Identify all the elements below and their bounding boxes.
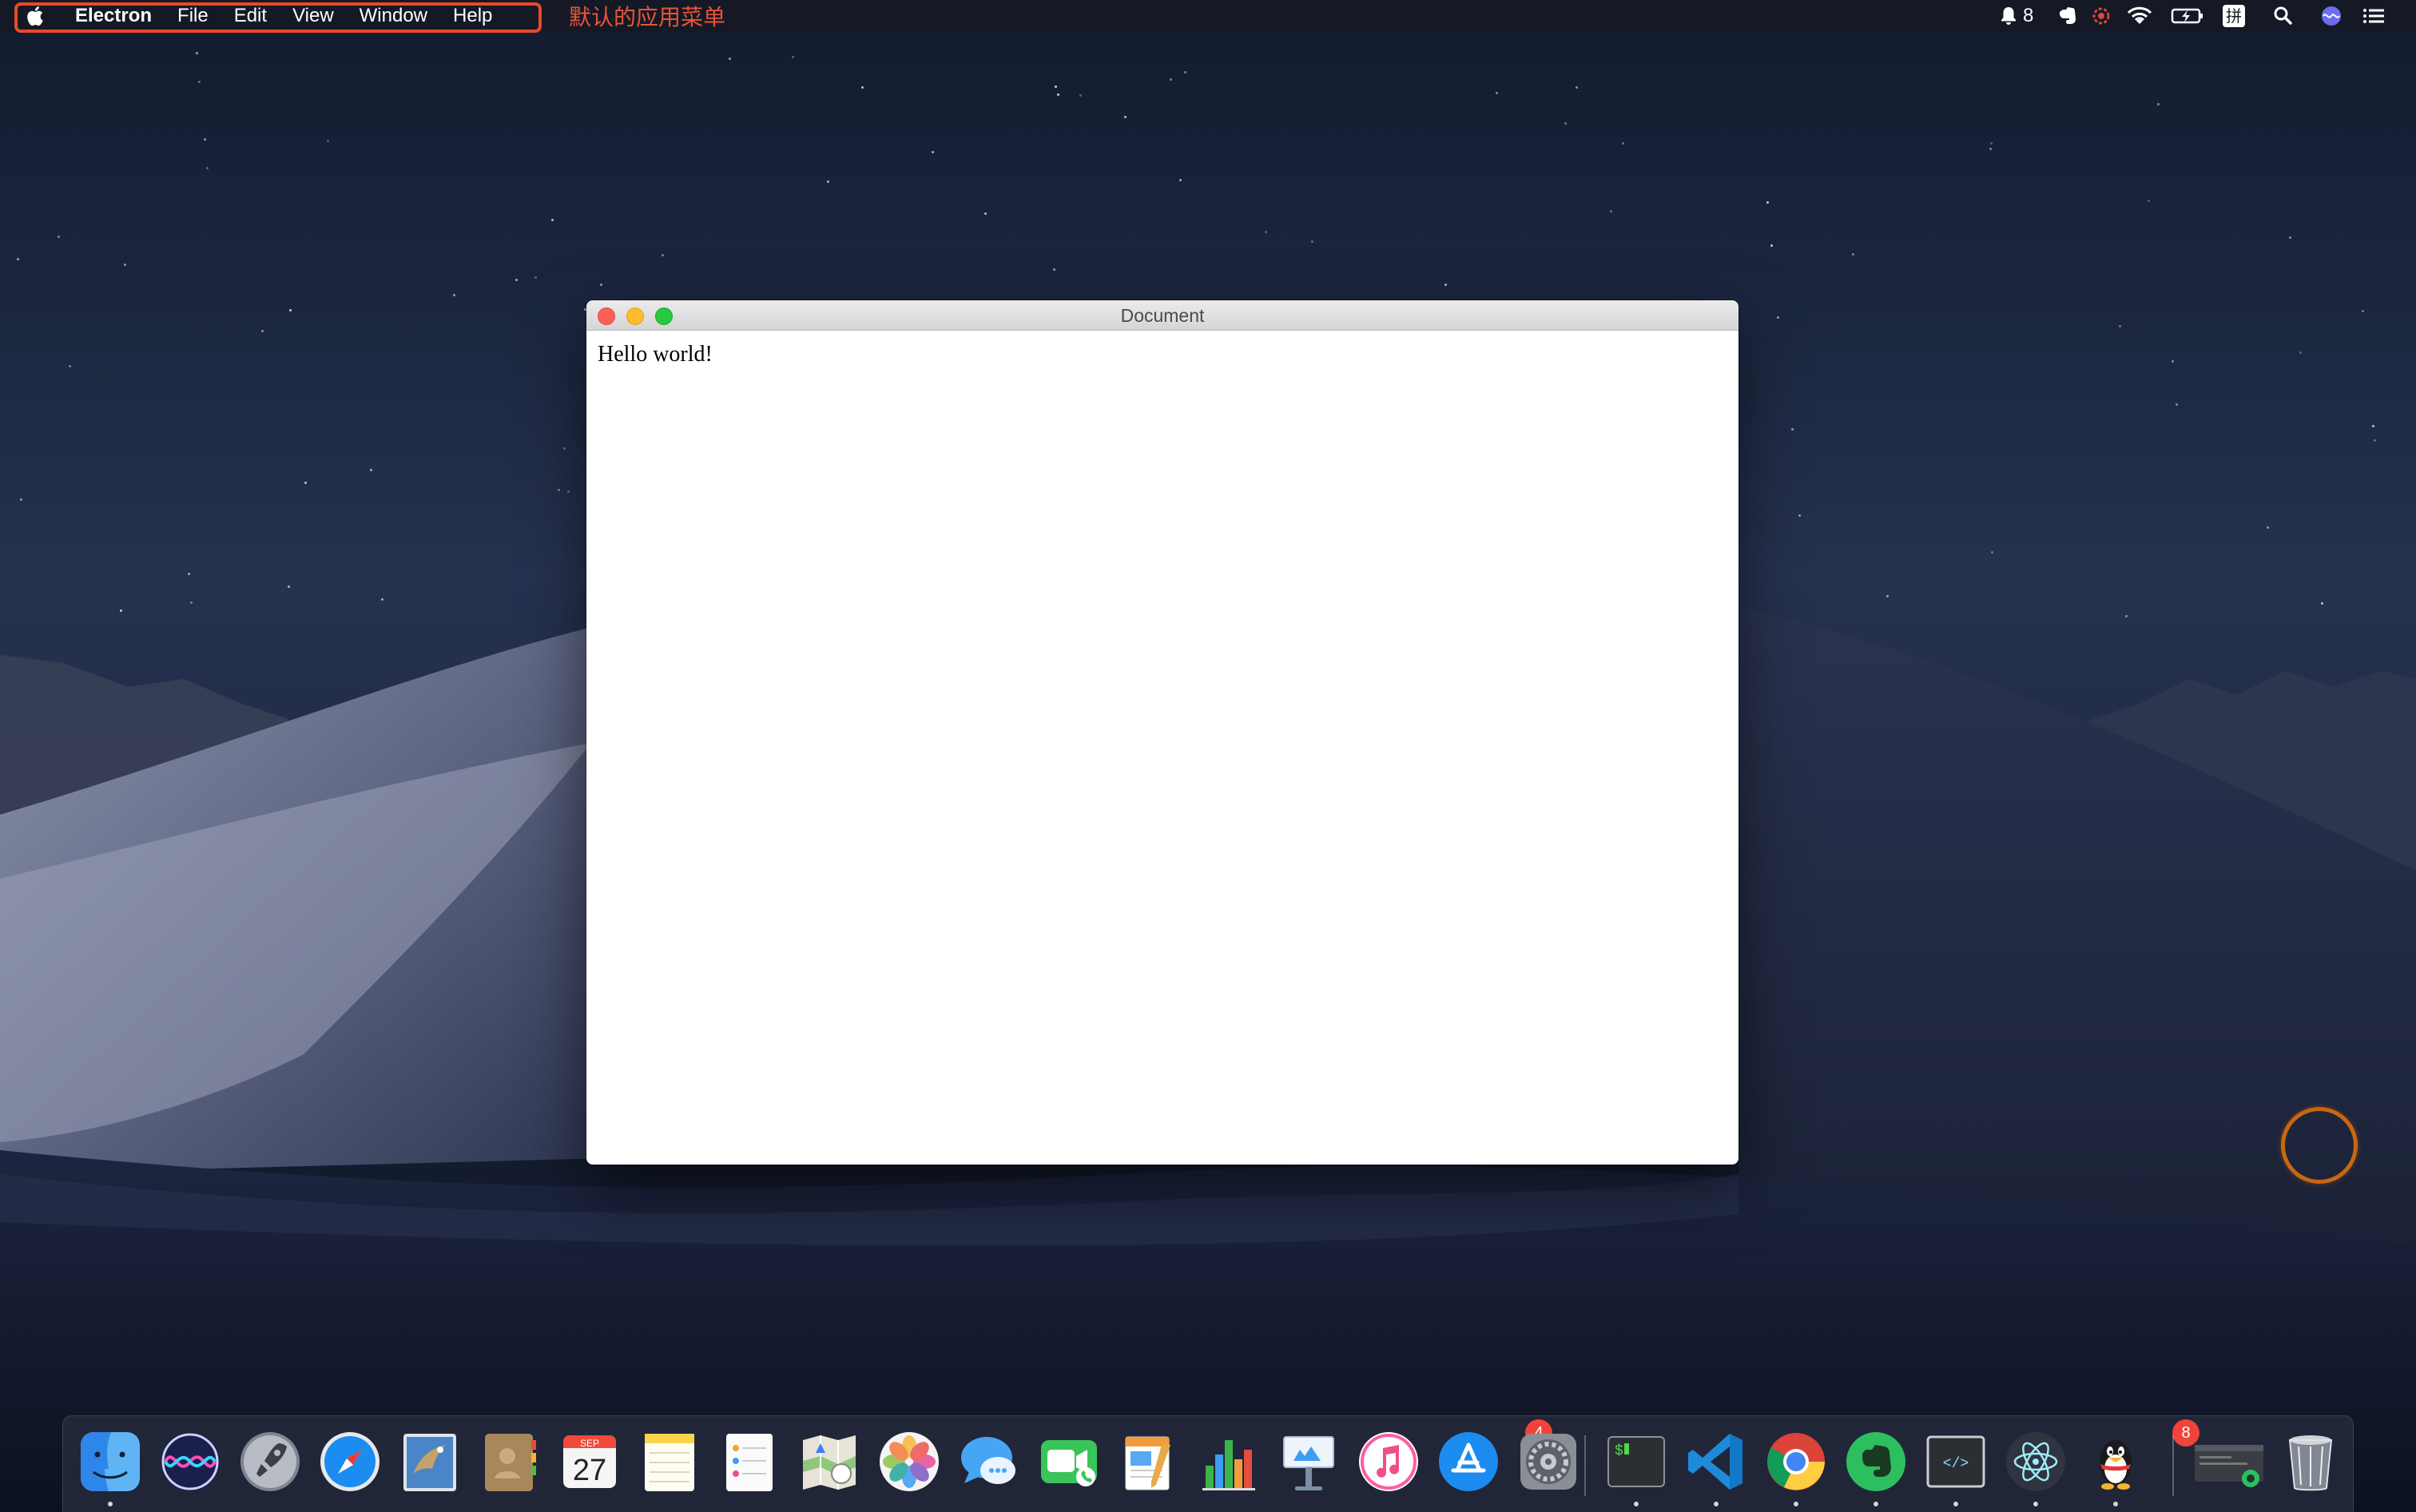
dock-item-chrome[interactable] <box>1763 1429 1829 1494</box>
qq-icon <box>2100 1440 2132 1490</box>
running-indicator <box>1953 1502 1958 1506</box>
window-content: Hello world! <box>586 331 1738 1165</box>
finder-icon <box>81 1432 140 1491</box>
messages-icon <box>961 1437 1015 1484</box>
terminal-icon: $ <box>1607 1436 1665 1487</box>
calendar-icon: SEP 27 <box>563 1435 616 1488</box>
system-preferences-icon <box>1520 1434 1576 1490</box>
window-title: Document <box>1120 305 1205 326</box>
annotation-label: 默认的应用菜单 <box>569 4 726 30</box>
dock-item-evernote[interactable] <box>1843 1429 1909 1494</box>
dock: SEP 27 4 $ </> 8 <box>62 1415 2354 1512</box>
hello-text: Hello world! <box>598 342 713 367</box>
electron-icon <box>2006 1432 2065 1491</box>
dock-item-terminal[interactable]: $ <box>1603 1429 1669 1494</box>
dock-item-mail[interactable] <box>397 1429 463 1494</box>
running-indicator <box>1634 1502 1639 1506</box>
dock-item-safari[interactable] <box>317 1429 383 1494</box>
facetime-icon <box>1041 1440 1097 1486</box>
dock-item-numbers[interactable] <box>1196 1429 1262 1494</box>
dock-item-contacts[interactable] <box>477 1429 542 1494</box>
menu-highlight-box <box>14 2 542 33</box>
dock-item-itunes[interactable] <box>1356 1429 1421 1494</box>
window-titlebar[interactable]: Document <box>586 300 1738 331</box>
dock-item-electron[interactable] <box>2003 1429 2068 1494</box>
cursor-highlight-ring <box>2281 1107 2358 1184</box>
notification-bell-icon[interactable] <box>1999 5 2018 27</box>
calendar-month: SEP <box>580 1438 599 1449</box>
dock-item-launchpad[interactable] <box>237 1429 303 1494</box>
notes-icon <box>645 1434 694 1491</box>
dock-item-app-store[interactable] <box>1436 1429 1501 1494</box>
input-method-icon[interactable]: 拼 <box>2223 5 2245 27</box>
running-indicator <box>108 1502 113 1506</box>
mail-icon <box>403 1434 456 1491</box>
chrome-icon <box>1767 1433 1825 1490</box>
battery-charging-icon[interactable] <box>2170 5 2205 27</box>
dock-item-maps[interactable] <box>797 1429 862 1494</box>
dock-item-photos[interactable] <box>876 1429 942 1494</box>
dock-item-keynote[interactable] <box>1276 1429 1341 1494</box>
safari-icon <box>320 1432 379 1491</box>
running-indicator <box>2033 1502 2038 1506</box>
running-indicator <box>1874 1502 1878 1506</box>
script-editor-icon: </> <box>1926 1435 1985 1488</box>
dock-separator <box>1584 1435 1586 1496</box>
keynote-icon <box>1283 1436 1334 1490</box>
dock-item-vscode[interactable] <box>1683 1429 1749 1494</box>
svg-text:</>: </> <box>1943 1456 1969 1472</box>
trash-icon <box>2288 1435 2333 1491</box>
dock-item-siri[interactable] <box>157 1429 223 1494</box>
dock-separator <box>2172 1435 2174 1496</box>
dock-item-script-editor[interactable]: </> <box>1923 1429 1989 1494</box>
evernote-status-icon[interactable] <box>2056 5 2079 27</box>
dock-item-trash[interactable] <box>2278 1429 2343 1494</box>
vscode-icon <box>1688 1434 1742 1490</box>
contacts-icon <box>485 1434 536 1491</box>
dock-item-qq[interactable] <box>2083 1429 2148 1494</box>
running-indicator <box>2113 1502 2118 1506</box>
dock-item-reminders[interactable] <box>717 1429 782 1494</box>
siri-icon <box>161 1432 220 1491</box>
wifi-icon[interactable] <box>2125 5 2154 27</box>
running-indicator <box>1794 1502 1798 1506</box>
dock-item-facetime[interactable] <box>1036 1429 1102 1494</box>
calendar-day: 27 <box>573 1454 606 1487</box>
notification-center-icon[interactable] <box>2362 5 2386 27</box>
spotlight-search-icon[interactable] <box>2272 5 2295 27</box>
photos-icon <box>880 1432 939 1491</box>
svg-text:$: $ <box>1615 1443 1623 1459</box>
pages-icon <box>1125 1436 1170 1490</box>
notification-count: 8 <box>2023 5 2034 26</box>
evernote-icon <box>1846 1432 1905 1491</box>
reminders-icon <box>726 1434 773 1491</box>
dock-item-minimized-window[interactable] <box>2191 1429 2268 1494</box>
numbers-icon <box>1202 1440 1255 1490</box>
dock-item-pages[interactable] <box>1116 1429 1182 1494</box>
document-window[interactable]: Document Hello world! <box>586 300 1738 1165</box>
running-indicator <box>1714 1502 1719 1506</box>
siri-status-icon[interactable] <box>2320 5 2342 27</box>
dock-item-messages[interactable] <box>956 1429 1022 1494</box>
app-store-icon <box>1439 1432 1498 1491</box>
dock-item-notes[interactable] <box>637 1429 702 1494</box>
minimized-window-icon <box>2195 1445 2263 1487</box>
dock-item-system-preferences[interactable] <box>1516 1429 1581 1494</box>
launchpad-icon <box>240 1432 300 1491</box>
itunes-icon <box>1359 1432 1418 1491</box>
gear-status-icon[interactable] <box>2090 5 2112 27</box>
dock-item-calendar[interactable]: SEP 27 <box>557 1429 622 1494</box>
dock-item-finder[interactable] <box>77 1429 143 1494</box>
maps-icon <box>803 1435 856 1490</box>
